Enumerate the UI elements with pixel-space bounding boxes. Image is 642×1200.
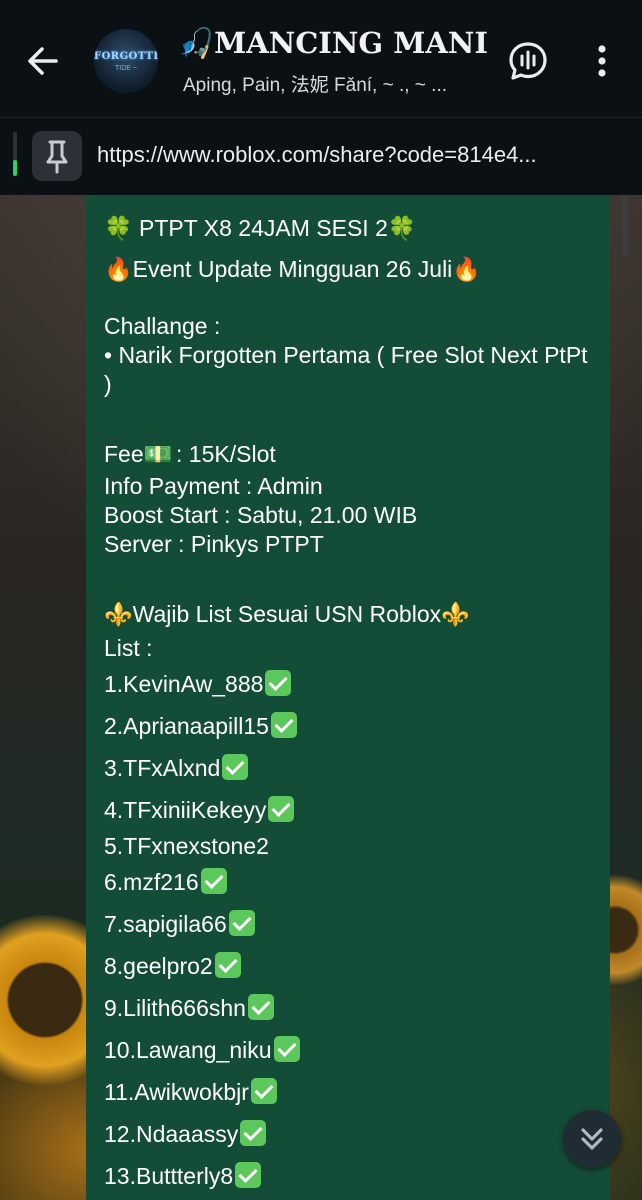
pin-thumbnail [32, 131, 82, 181]
double-chevron-down-icon [581, 1128, 603, 1150]
username-text: 8.geelpro2 [104, 953, 213, 979]
check-mark-icon [228, 910, 255, 936]
avatar-logo-subtext: TIDE ~ [115, 65, 137, 72]
back-button[interactable] [20, 38, 66, 84]
more-options-button[interactable] [588, 40, 616, 82]
username-text: 1.KevinAw_888 [104, 671, 264, 697]
username-text: 13.Buttterly8 [104, 1163, 234, 1189]
list-item: 7.sapigila66 [104, 903, 594, 945]
list-item: 1.KevinAw_888 [104, 663, 594, 705]
username-text: 5.TFxnexstone2 [104, 833, 269, 859]
pinned-message-bar[interactable]: https://www.roblox.com/share?code=814e4.… [0, 117, 642, 196]
fee-value: : 15K/Slot [169, 441, 276, 467]
wajib-line: ⚜️Wajib List Sesuai USN Roblox⚜️ [104, 601, 470, 627]
fee-prefix: Fee [104, 441, 144, 467]
chat-participants[interactable]: Aping, Pain, 法妮 Fǎní, ~ ., ~ ... [183, 70, 483, 97]
chat-background: 🍀 PTPT X8 24JAM SESI 2🍀 🔥Event Update Mi… [0, 195, 642, 1200]
list-item: 5.TFxnexstone2 [104, 831, 594, 861]
server-line: Server : Pinkys PTPT [104, 531, 324, 557]
username-text: 3.TFxAlxnd [104, 755, 221, 781]
message-title-line: 🍀 PTPT X8 24JAM SESI 2🍀 [104, 215, 417, 241]
chat-header: FORGOTTEN TIDE ~ 🎣MANCING MANI... Aping,… [0, 0, 642, 117]
username-text: 2.Aprianaapill15 [104, 713, 269, 739]
list-item: 4.TFxiniiKekeyy [104, 789, 594, 831]
check-mark-icon [200, 868, 227, 894]
list-item: 11.Awikwokbjr [104, 1071, 594, 1113]
list-item: 8.geelpro2 [104, 945, 594, 987]
list-item: 9.Lilith666shn [104, 987, 594, 1029]
username-text: 6.mzf216 [104, 869, 199, 895]
username-text: 10.Lawang_niku [104, 1037, 272, 1063]
fee-line: Fee💵 : 15K/Slot [104, 436, 594, 472]
more-vertical-icon [598, 45, 606, 77]
username-text: 7.sapigila66 [104, 911, 227, 937]
check-mark-icon [268, 796, 295, 822]
check-mark-icon [265, 670, 292, 696]
info-payment-line: Info Payment : Admin [104, 473, 323, 499]
pin-indicator [13, 160, 17, 176]
username-text: 11.Awikwokbjr [104, 1079, 249, 1105]
challenge-item: • Narik Forgotten Pertama ( Free Slot Ne… [104, 342, 588, 397]
list-item: 12.Ndaaassy [104, 1113, 594, 1155]
avatar-logo-text: FORGOTTEN [94, 51, 158, 62]
username-list: 1.KevinAw_888 2.Aprianaapill15 3.TFxAlxnd 4… [104, 663, 594, 1197]
check-mark-icon [250, 1078, 277, 1104]
username-text: 12.Ndaaassy [104, 1121, 239, 1147]
list-item: 6.mzf216 [104, 861, 594, 903]
pinned-link[interactable]: https://www.roblox.com/share?code=814e4.… [97, 142, 627, 168]
voice-chat-button[interactable] [507, 40, 549, 82]
message-text: 🍀 PTPT X8 24JAM SESI 2🍀 🔥Event Update Mi… [104, 213, 594, 1197]
scroll-to-bottom-button[interactable] [563, 1110, 621, 1168]
username-text: 4.TFxiniiKekeyy [104, 797, 267, 823]
list-item: 13.Buttterly8 [104, 1155, 594, 1197]
list-label: List : [104, 635, 153, 661]
list-item: 3.TFxAlxnd [104, 747, 594, 789]
boost-start-line: Boost Start : Sabtu, 21.00 WIB [104, 502, 418, 528]
scrollbar[interactable] [622, 195, 628, 255]
challenge-label: Challange : [104, 313, 221, 339]
message-bubble[interactable]: 🍀 PTPT X8 24JAM SESI 2🍀 🔥Event Update Mi… [86, 195, 610, 1200]
check-mark-icon [247, 994, 274, 1020]
list-item: 10.Lawang_niku [104, 1029, 594, 1071]
check-mark-icon [214, 952, 241, 978]
username-text: 9.Lilith666shn [104, 995, 246, 1021]
list-item: 2.Aprianaapill15 [104, 705, 594, 747]
voice-chat-icon [509, 42, 547, 80]
check-mark-icon [240, 1120, 267, 1146]
chat-title[interactable]: 🎣MANCING MANI... [178, 26, 488, 61]
message-event-line: 🔥Event Update Mingguan 26 Juli🔥 [104, 256, 481, 282]
check-mark-icon [222, 754, 249, 780]
money-icon: 💵 [143, 441, 173, 467]
arrow-left-icon [28, 47, 58, 75]
check-mark-icon [270, 712, 297, 738]
check-mark-icon [273, 1036, 300, 1062]
check-mark-icon [235, 1162, 262, 1188]
group-avatar[interactable]: FORGOTTEN TIDE ~ [94, 29, 158, 93]
pin-icon [46, 140, 68, 174]
